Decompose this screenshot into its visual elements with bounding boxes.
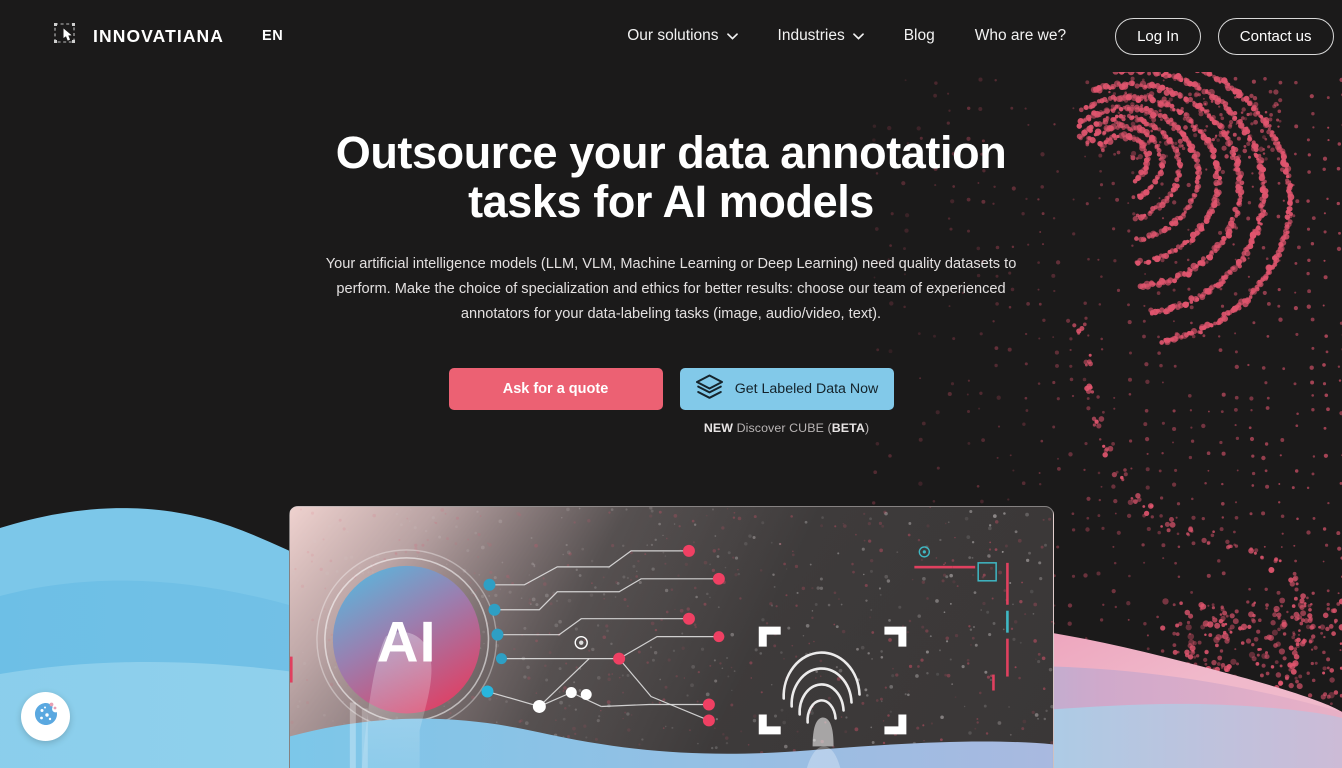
- page-title: Outsource your data annotation tasks for…: [335, 127, 1007, 227]
- nav-label: Who are we?: [974, 27, 1067, 44]
- cube-note-text: Discover CUBE (: [736, 421, 832, 435]
- cube-note-close: ): [864, 421, 870, 435]
- hero-illustration-card: AI: [289, 506, 1054, 768]
- site-header: INNOVATIANA EN Our solutions Industries …: [0, 0, 1342, 72]
- nav-item-who-are-we[interactable]: Who are we?: [975, 27, 1066, 45]
- cursor-select-icon: [54, 23, 84, 49]
- chevron-down-icon: [852, 32, 864, 40]
- nav-item-our-solutions[interactable]: Our solutions: [627, 27, 738, 45]
- brand-name: INNOVATIANA: [93, 25, 225, 46]
- cta-row: Ask for a quote Get Labeled Data Now NEW…: [0, 368, 1342, 435]
- ask-for-a-quote-button[interactable]: Ask for a quote: [448, 368, 663, 410]
- nav-label: Blog: [903, 27, 935, 44]
- nav-label: Our solutions: [627, 27, 719, 44]
- nav-item-blog[interactable]: Blog: [904, 27, 935, 45]
- landing-page: INNOVATIANA EN Our solutions Industries …: [0, 0, 1342, 768]
- cube-button-label: Get Labeled Data Now: [734, 381, 879, 397]
- header-actions: Log In Contact us: [1115, 17, 1334, 55]
- login-button[interactable]: Log In: [1115, 17, 1201, 55]
- nav-item-industries[interactable]: Industries: [778, 27, 864, 45]
- chevron-down-icon: [726, 32, 738, 40]
- hero-illustration: AI: [290, 507, 1053, 768]
- contact-us-button[interactable]: Contact us: [1217, 17, 1334, 55]
- beta-badge: BETA: [831, 421, 865, 435]
- language-switcher[interactable]: EN: [262, 28, 283, 44]
- cube-cta-group: Get Labeled Data Now NEW Discover CUBE (…: [679, 368, 894, 435]
- cookie-settings-button[interactable]: [21, 692, 70, 741]
- layers-icon: [695, 374, 724, 404]
- brand-logo[interactable]: INNOVATIANA: [54, 23, 224, 49]
- cookie-icon: [31, 699, 61, 734]
- new-badge: NEW: [703, 421, 734, 435]
- hero-description: Your artificial intelligence models (LLM…: [325, 256, 1017, 322]
- main-navigation: Our solutions Industries Blog Who are we…: [627, 27, 1066, 45]
- nav-label: Industries: [777, 27, 845, 44]
- cube-beta-note[interactable]: NEW Discover CUBE (BETA): [704, 421, 869, 435]
- get-labeled-data-now-button[interactable]: Get Labeled Data Now: [679, 368, 894, 410]
